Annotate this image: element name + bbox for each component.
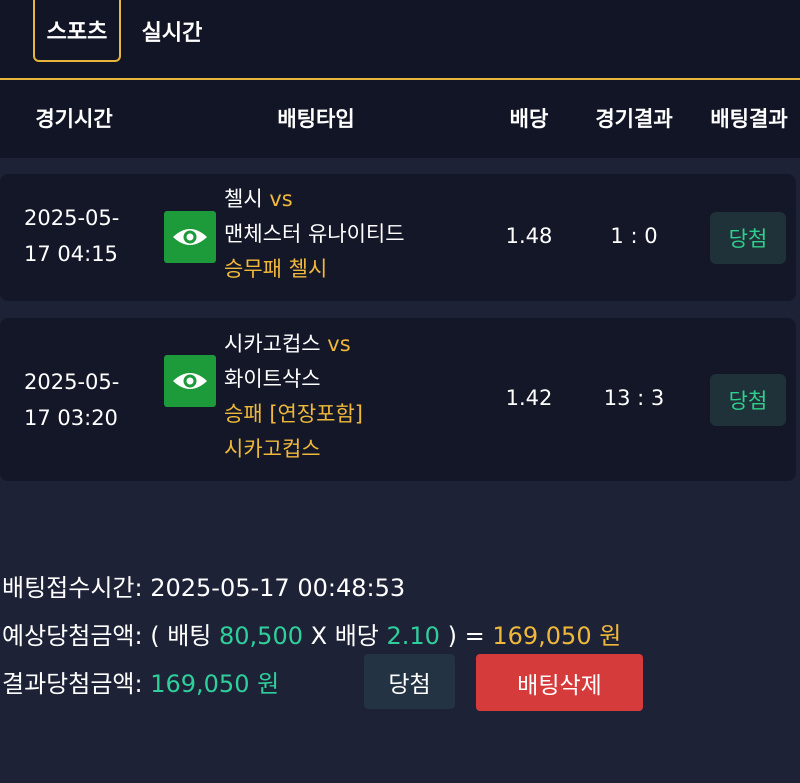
tab-live[interactable]: 실시간 <box>130 0 214 62</box>
expected-amount: 169,050 원 <box>492 622 622 650</box>
home-team: 시카고컵스 <box>224 332 321 356</box>
game-clock: 17 03:20 <box>24 406 118 430</box>
game-score: 13 : 3 <box>603 386 665 410</box>
odds-value: 1.48 <box>505 224 553 248</box>
game-clock: 17 04:15 <box>24 242 118 266</box>
home-team: 첼시 <box>224 187 263 211</box>
bet-pick: 승무패 첼시 <box>224 257 328 281</box>
bet-row: 2025-05- 17 03:20 시카고컵스 vs 화이트삭스 승패 [연장포… <box>0 318 796 481</box>
odds-value: 1.42 <box>505 386 553 410</box>
result-amount: 169,050 원 <box>150 670 280 698</box>
received-label: 배팅접수시간: <box>2 574 143 602</box>
expected-win-amount: 예상당첨금액: ( 배팅 80,500 X 배당 2.10 ) = 169,05… <box>2 616 621 651</box>
bet-pick-team: 시카고컵스 <box>224 437 321 461</box>
result-win-amount: 결과당첨금액: 169,050 원 <box>2 664 279 699</box>
header-bet-type: 배팅타입 <box>277 107 355 131</box>
bet-history-header: 스포츠 실시간 경기시간 배팅타입 배당 경기결과 배팅결과 <box>0 0 800 158</box>
table-header: 경기시간 배팅타입 배당 경기결과 배팅결과 <box>0 80 800 156</box>
delete-bet-button[interactable]: 배팅삭제 <box>476 654 643 711</box>
header-bet-result: 배팅결과 <box>710 107 788 131</box>
bet-received-time: 배팅접수시간: 2025-05-17 00:48:53 <box>2 568 405 603</box>
bet-details: 첼시 vs 맨체스터 유나이티드 승무패 첼시 <box>224 182 405 287</box>
vs-label: vs <box>269 187 293 211</box>
bet-row: 2025-05- 17 04:15 첼시 vs 맨체스터 유나이티드 승무패 첼… <box>0 174 796 301</box>
tab-sports[interactable]: 스포츠 <box>33 0 121 62</box>
away-team: 화이트삭스 <box>224 367 321 391</box>
game-score: 1 : 0 <box>610 224 658 248</box>
result-label: 결과당첨금액: <box>2 670 143 698</box>
away-team: 맨체스터 유나이티드 <box>224 222 405 246</box>
bet-result-badge: 당첨 <box>710 374 786 426</box>
expected-x: X 배당 <box>310 622 379 650</box>
win-status-button[interactable]: 당첨 <box>364 654 455 709</box>
bet-result-badge: 당첨 <box>710 212 786 264</box>
game-date: 2025-05- <box>24 370 120 394</box>
expected-label: 예상당첨금액: <box>2 622 143 650</box>
expected-close: ) = <box>447 622 485 650</box>
received-value: 2025-05-17 00:48:53 <box>150 574 406 602</box>
header-odds: 배당 <box>509 107 549 131</box>
total-odds: 2.10 <box>386 622 440 650</box>
header-game-result: 경기결과 <box>595 107 673 131</box>
game-time: 2025-05- 17 04:15 <box>24 200 134 272</box>
eye-icon[interactable] <box>164 355 216 407</box>
eye-icon[interactable] <box>164 211 216 263</box>
header-game-time: 경기시간 <box>35 107 113 131</box>
game-time: 2025-05- 17 03:20 <box>24 364 134 436</box>
game-date: 2025-05- <box>24 206 120 230</box>
bet-details: 시카고컵스 vs 화이트삭스 승패 [연장포함] 시카고컵스 <box>224 327 363 467</box>
stake-amount: 80,500 <box>219 622 303 650</box>
vs-label: vs <box>327 332 351 356</box>
bet-pick: 승패 [연장포함] <box>224 402 363 426</box>
expected-open: ( 배팅 <box>150 622 212 650</box>
